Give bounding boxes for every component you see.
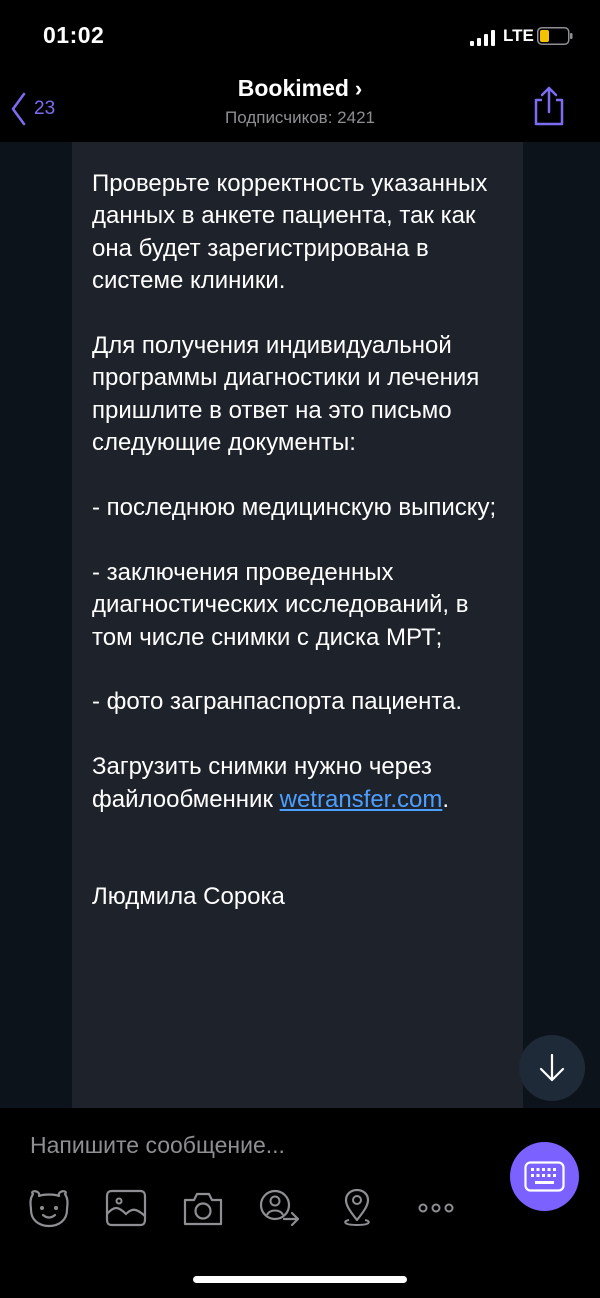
upload-end: . [442,785,450,813]
share-icon[interactable] [532,86,566,126]
subscriber-count: Подписчиков: 2421 [225,108,375,127]
message-paragraph: Проверьте корректность указанных данных … [92,170,488,295]
signature: Людмила Сорока [92,882,285,910]
share-contact-icon[interactable] [258,1188,302,1228]
chat-header: 23 Bookimed › Подписчиков: 2421 [0,70,600,142]
camera-icon[interactable] [181,1188,225,1228]
keyboard-icon [524,1161,565,1192]
message-paragraph: - фото загранпаспорта пациента. [92,688,463,716]
composer [0,1108,600,1298]
message-paragraph: Для получения индивидуальной программы д… [92,332,480,457]
network-label: LTE [503,26,534,45]
more-icon[interactable] [414,1188,458,1228]
message-paragraph: - заключения проведенных диагностических… [92,558,469,651]
location-icon[interactable] [335,1188,379,1228]
home-indicator [193,1276,407,1283]
message-bubble[interactable]: Проверьте корректность указанных данных … [72,142,523,1108]
title-chevron: › [354,76,363,101]
gif-icon[interactable] [104,1188,148,1228]
message-text: Проверьте корректность указанных данных … [92,168,512,946]
wetransfer-link[interactable]: wetransfer.com [280,786,443,813]
status-bar: 01:02 LTE [0,0,600,70]
scroll-down-button[interactable] [519,1035,585,1101]
status-time: 01:02 [43,22,105,48]
message-input[interactable] [30,1130,470,1160]
upload-paragraph: Загрузить снимки нужно через файлообменн… [92,751,512,816]
channel-title[interactable]: Bookimed › [0,75,600,102]
signal-icon [470,30,495,46]
message-paragraph: - последнюю медицинскую выписку; [92,494,497,522]
sticker-icon[interactable] [27,1188,71,1228]
arrow-down-icon [539,1053,565,1082]
chat-area[interactable]: Проверьте корректность указанных данных … [0,142,600,1108]
battery-icon [537,27,573,45]
keyboard-button[interactable] [510,1142,579,1211]
channel-name: Bookimed [237,75,349,101]
